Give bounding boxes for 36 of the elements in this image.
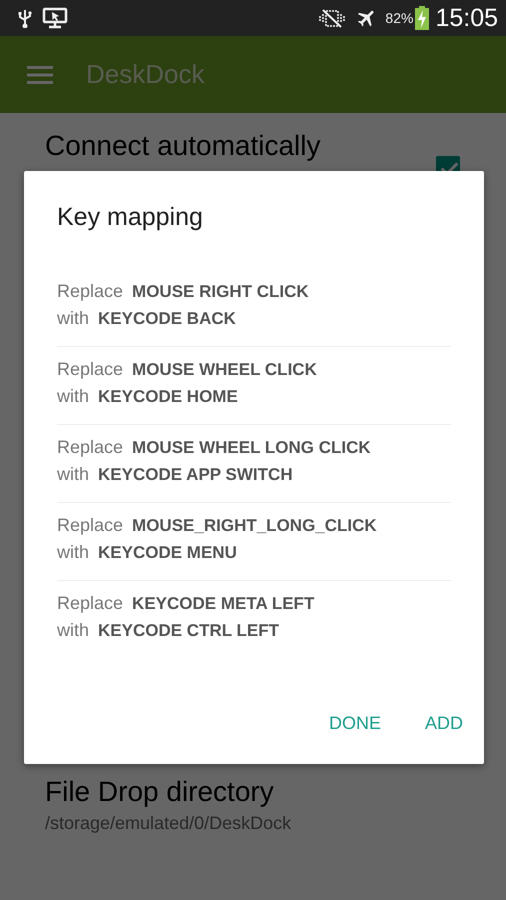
setting-title: Connect automatically (45, 129, 320, 163)
mapping-item[interactable]: Replace MOUSE RIGHT CLICK with KEYCODE BACK (57, 269, 451, 347)
target-key: KEYCODE BACK (98, 305, 236, 332)
target-key: KEYCODE CTRL LEFT (98, 617, 280, 644)
source-key: MOUSE RIGHT CLICK (132, 278, 309, 305)
with-label: with (57, 463, 90, 486)
replace-label: Replace (57, 358, 124, 381)
battery-percentage: 82% (385, 10, 414, 26)
source-key: MOUSE WHEEL CLICK (132, 356, 317, 383)
source-key: KEYCODE META LEFT (132, 590, 314, 617)
usb-icon (18, 8, 32, 28)
vibrate-off-icon (319, 8, 346, 28)
with-label: with (57, 307, 90, 330)
app-title: DeskDock (86, 59, 204, 90)
target-key: KEYCODE HOME (98, 383, 238, 410)
target-key: KEYCODE APP SWITCH (98, 461, 293, 488)
replace-label: Replace (57, 280, 124, 303)
target-key: KEYCODE MENU (98, 539, 237, 566)
mapping-item[interactable]: Replace MOUSE WHEEL CLICK with KEYCODE HOME (57, 347, 451, 425)
setting-title: File Drop directory (45, 775, 275, 809)
replace-label: Replace (57, 514, 124, 537)
clock: 15:05 (435, 4, 498, 32)
with-label: with (57, 541, 90, 564)
setting-summary: /storage/emulated/0/DeskDock (45, 813, 292, 834)
source-key: MOUSE WHEEL LONG CLICK (132, 434, 371, 461)
mapping-item[interactable]: Replace MOUSE_RIGHT_LONG_CLICK with KEYCODE MENU (57, 503, 451, 581)
replace-label: Replace (57, 592, 124, 615)
monitor-icon (42, 7, 68, 29)
mapping-item[interactable]: Replace KEYCODE META LEFT with KEYCODE CTRL LEFT (57, 581, 451, 658)
battery-charging-icon (415, 6, 430, 30)
source-key: MOUSE_RIGHT_LONG_CLICK (132, 512, 377, 539)
replace-label: Replace (57, 436, 124, 459)
mapping-item[interactable]: Replace MOUSE WHEEL LONG CLICK with KEYCODE APP SWITCH (57, 425, 451, 503)
with-label: with (57, 385, 90, 408)
with-label: with (57, 619, 90, 642)
dialog-title: Key mapping (57, 202, 204, 233)
